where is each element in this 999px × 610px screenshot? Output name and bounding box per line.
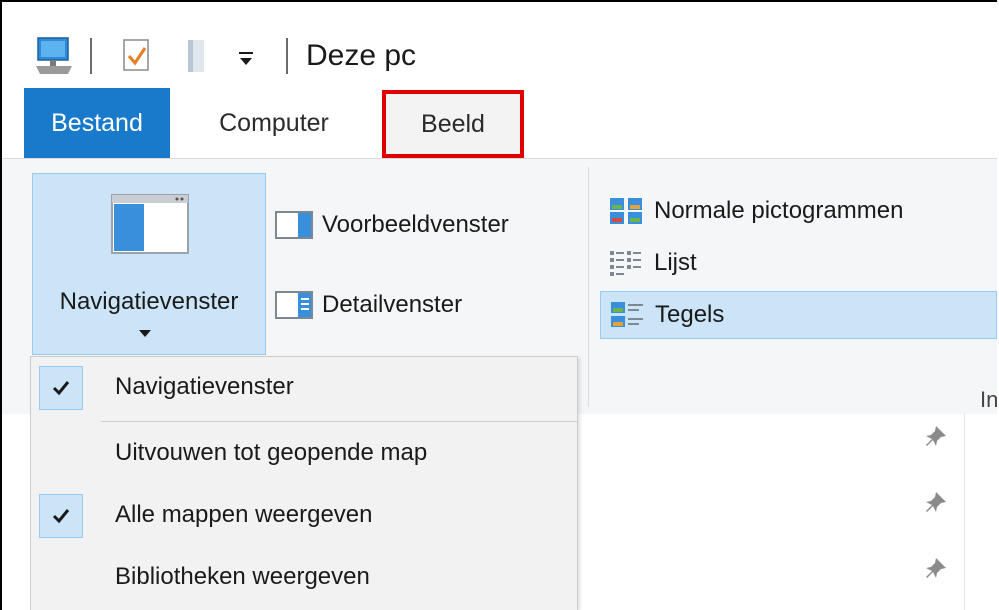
menu-item-label: Bibliotheken weergeven — [115, 563, 370, 590]
menu-item-label: Navigatievenster — [115, 373, 294, 400]
title-bar: Deze pc — [2, 2, 997, 88]
pin-icon[interactable] — [924, 556, 948, 580]
computer-icon[interactable] — [32, 36, 76, 76]
menu-item-navigation-pane[interactable]: Navigatievenster — [31, 357, 577, 419]
menu-separator — [101, 421, 577, 422]
properties-icon[interactable] — [120, 36, 154, 76]
navigation-pane-button[interactable]: Navigatievenster — [32, 173, 266, 355]
preview-pane-button[interactable]: Voorbeeldvenster — [274, 205, 509, 245]
layout-list[interactable]: Lijst — [600, 239, 997, 287]
window-title: Deze pc — [306, 39, 417, 72]
menu-item-expand-to-open-folder[interactable]: Uitvouwen tot geopende map — [31, 423, 577, 485]
layout-tiles[interactable]: Tegels — [600, 291, 997, 339]
tab-bestand[interactable]: Bestand — [24, 88, 170, 158]
ribbon-group-divider — [588, 167, 589, 407]
pin-icon[interactable] — [924, 490, 948, 514]
preview-pane-icon — [275, 211, 313, 239]
details-pane-label: Detailvenster — [322, 291, 463, 318]
layout-normal-icons[interactable]: Normale pictogrammen — [600, 187, 997, 235]
ribbon-tabs: Bestand Computer Beeld — [2, 88, 997, 158]
pin-icon[interactable] — [924, 424, 948, 448]
layout-item-label: Tegels — [655, 301, 725, 328]
navigation-pane-icon — [111, 194, 189, 254]
navigation-pane-label: Navigatievenster — [59, 288, 239, 315]
tiles-view-icon — [611, 302, 643, 327]
menu-item-label: Uitvouwen tot geopende map — [115, 439, 428, 466]
check-icon — [39, 494, 83, 538]
preview-pane-label: Voorbeeldvenster — [322, 211, 509, 238]
content-column-divider — [964, 414, 965, 610]
layout-item-label: Lijst — [654, 249, 697, 276]
list-view-icon — [610, 251, 641, 276]
new-folder-icon[interactable] — [182, 36, 212, 76]
details-pane-icon — [275, 291, 313, 319]
layout-group-label: In — [980, 387, 999, 412]
chevron-down-icon — [139, 330, 151, 337]
customize-qat-icon[interactable] — [236, 36, 256, 76]
tab-computer[interactable]: Computer — [190, 88, 358, 158]
details-pane-button[interactable]: Detailvenster — [274, 285, 462, 325]
menu-item-show-all-folders[interactable]: Alle mappen weergeven — [31, 485, 577, 547]
toolbar-separator — [286, 38, 288, 74]
tab-beeld[interactable]: Beeld — [382, 90, 524, 158]
toolbar-separator — [90, 38, 92, 74]
normal-icons-icon — [610, 198, 642, 224]
layout-item-label: Normale pictogrammen — [654, 197, 904, 224]
check-icon — [39, 366, 83, 410]
navigation-pane-menu: Navigatievenster Uitvouwen tot geopende … — [30, 356, 578, 610]
menu-item-label: Alle mappen weergeven — [115, 501, 373, 528]
menu-item-show-libraries[interactable]: Bibliotheken weergeven — [31, 547, 577, 609]
